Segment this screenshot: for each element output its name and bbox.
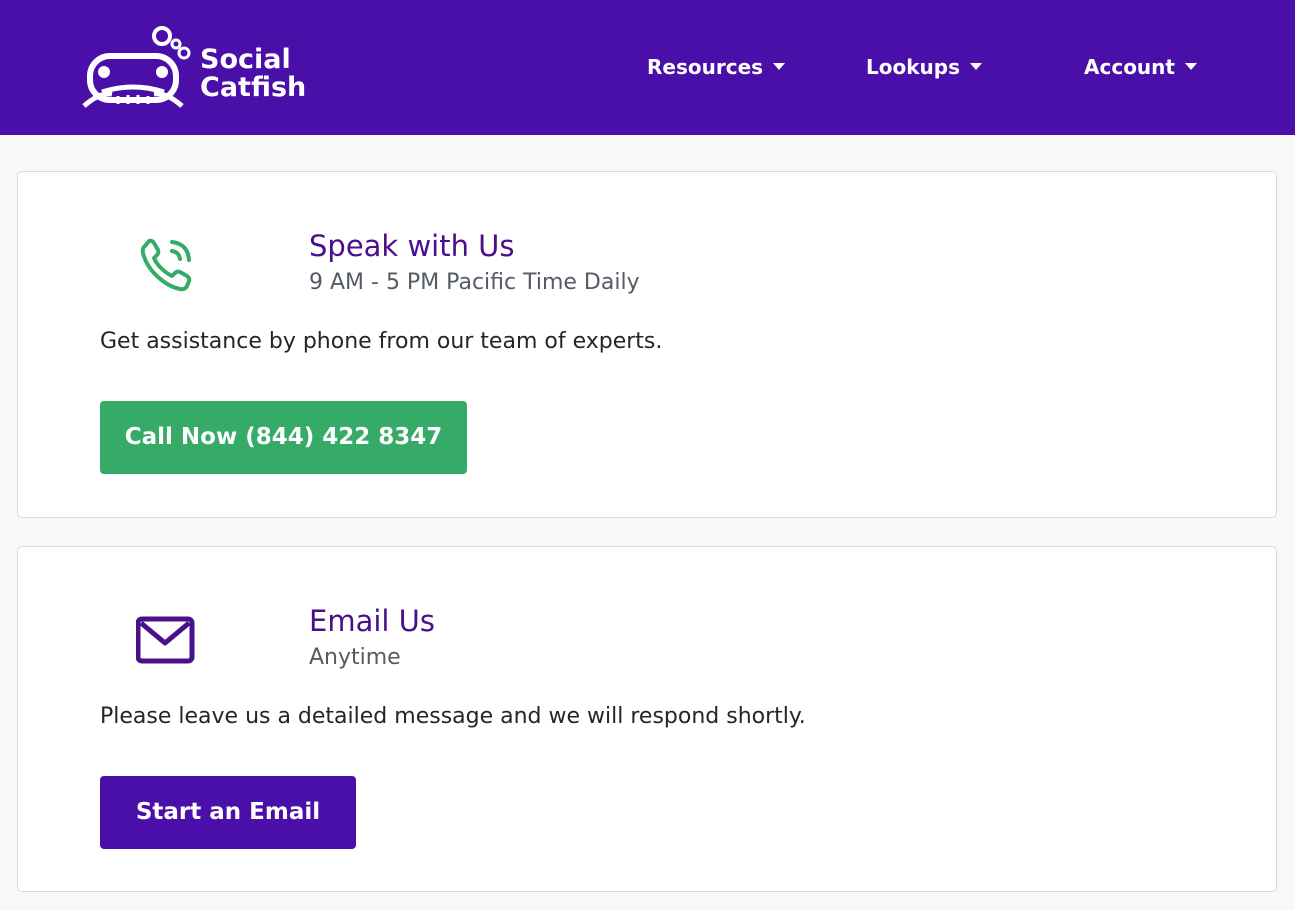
- email-card-description: Please leave us a detailed message and w…: [100, 704, 806, 729]
- catfish-logo-icon: [82, 26, 191, 108]
- caret-down-icon: [1184, 63, 1197, 70]
- caret-down-icon: [773, 63, 786, 70]
- nav-lookups[interactable]: Lookups: [866, 52, 982, 82]
- email-card-title: Email Us: [309, 604, 436, 638]
- caret-down-icon: [969, 63, 982, 70]
- nav-resources-label: Resources: [647, 55, 764, 79]
- envelope-icon: [136, 616, 195, 664]
- email-contact-card: Email Us Anytime Please leave us a detai…: [17, 546, 1277, 892]
- nav-resources[interactable]: Resources: [647, 52, 786, 82]
- logo-line-1: Social: [200, 44, 291, 75]
- logo-wordmark: Social Catfish: [200, 46, 306, 102]
- phone-card-title: Speak with Us: [309, 229, 515, 263]
- nav-account[interactable]: Account: [1084, 52, 1197, 82]
- email-card-availability: Anytime: [309, 645, 401, 670]
- nav-account-label: Account: [1084, 55, 1175, 79]
- site-logo[interactable]: Social Catfish: [82, 22, 312, 112]
- call-now-button[interactable]: Call Now (844) 422 8347: [100, 401, 467, 474]
- nav-lookups-label: Lookups: [866, 55, 960, 79]
- phone-icon: [140, 238, 192, 292]
- phone-card-description: Get assistance by phone from our team of…: [100, 329, 663, 354]
- start-email-button[interactable]: Start an Email: [100, 776, 356, 849]
- phone-card-hours: 9 AM - 5 PM Pacific Time Daily: [309, 270, 640, 295]
- phone-contact-card: Speak with Us 9 AM - 5 PM Pacific Time D…: [17, 171, 1277, 518]
- site-header: Social Catfish Resources Lookups Account: [0, 0, 1295, 135]
- logo-line-2: Catfish: [200, 72, 307, 103]
